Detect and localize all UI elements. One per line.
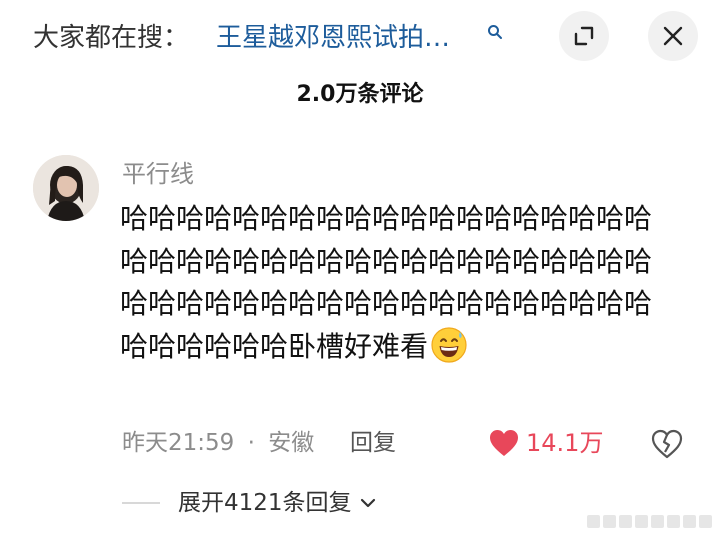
like-count: 14.1万 <box>526 429 604 457</box>
chevron-down-icon <box>360 498 375 508</box>
expand-icon <box>574 26 594 46</box>
expand-divider <box>122 502 160 504</box>
comment-panel: 大家都在搜： 王星越邓恩熙试拍… 2.0万条评论 平行线 哈哈哈哈哈哈哈哈哈哈哈… <box>0 0 720 542</box>
comment-count-title: 2.0万条评论 <box>296 82 424 107</box>
close-button[interactable] <box>648 11 698 61</box>
comment-location: 安徽 <box>268 430 315 456</box>
comment-meta: 昨天21:59 · 安徽 <box>122 425 314 461</box>
trending-search-link[interactable]: 王星越邓恩熙试拍… <box>216 20 450 56</box>
comment-text: 哈哈哈哈哈哈哈哈哈哈哈哈哈哈哈哈哈哈哈哈哈哈哈哈哈哈哈哈哈哈哈哈哈哈哈哈哈哈哈哈… <box>120 198 665 368</box>
watermark <box>587 515 712 528</box>
grinning-sweat-emoji-icon <box>431 326 467 363</box>
like-button[interactable]: 14.1万 <box>488 425 603 461</box>
comment-username[interactable]: 平行线 <box>122 157 194 191</box>
search-suggestion-bar: 大家都在搜： 王星越邓恩熙试拍… <box>0 0 720 76</box>
search-icon[interactable] <box>487 24 503 40</box>
broken-heart-icon[interactable] <box>650 428 684 460</box>
meta-separator: · <box>247 430 255 456</box>
reply-button[interactable]: 回复 <box>350 425 396 461</box>
expand-replies-label: 展开4121条回复 <box>178 490 352 516</box>
comment-text-content: 哈哈哈哈哈哈哈哈哈哈哈哈哈哈哈哈哈哈哈哈哈哈哈哈哈哈哈哈哈哈哈哈哈哈哈哈哈哈哈哈… <box>120 202 653 363</box>
comment-time: 昨天21:59 <box>122 430 235 456</box>
expand-button[interactable] <box>559 11 609 61</box>
search-prefix-label: 大家都在搜： <box>33 23 190 53</box>
close-icon <box>663 26 683 46</box>
heart-filled-icon <box>490 430 518 456</box>
expand-replies-button[interactable]: 展开4121条回复 <box>122 485 378 521</box>
avatar[interactable] <box>33 155 99 221</box>
